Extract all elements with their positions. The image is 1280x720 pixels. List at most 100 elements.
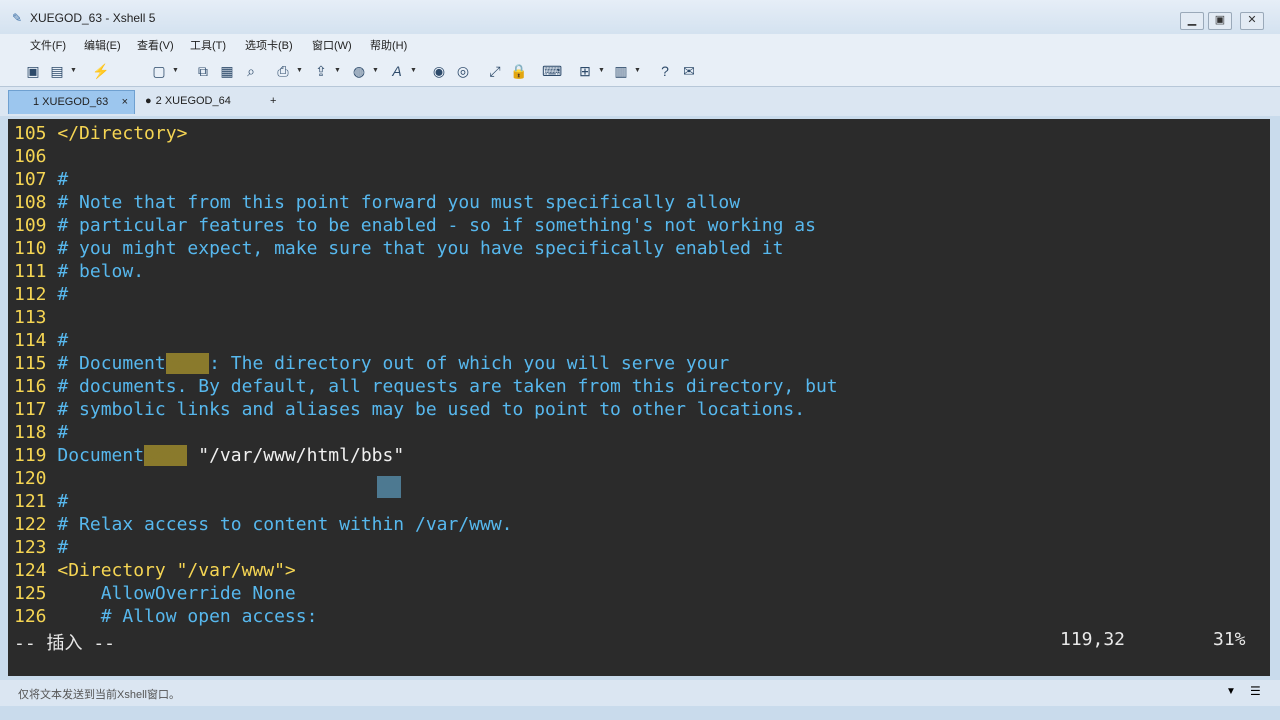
- line-text: # symbolic links and aliases may be used…: [57, 399, 806, 420]
- terminal-line: 110 # you might expect, make sure that y…: [14, 237, 783, 260]
- add-icon[interactable]: ⊞: [576, 62, 594, 80]
- globe-icon[interactable]: ◍: [350, 62, 368, 80]
- cursor-position: 119,32: [1060, 629, 1126, 650]
- compose-hint: 仅将文本发送到当前Xshell窗口。: [18, 689, 180, 701]
- tab-label: 2 XUEGOD_64: [155, 95, 231, 107]
- tunnel-icon[interactable]: ◎: [454, 62, 472, 80]
- layout-icon[interactable]: ▥: [612, 62, 630, 80]
- chevron-down-icon[interactable]: ▼: [172, 67, 179, 74]
- minimize-button[interactable]: ▁: [1180, 12, 1204, 30]
- maximize-icon: ▣: [1214, 14, 1226, 26]
- file-percent: 31%: [1213, 629, 1246, 650]
- terminal-line: 106: [14, 145, 57, 168]
- print-icon[interactable]: ⎙: [274, 62, 292, 80]
- copy-icon[interactable]: ⧉: [194, 62, 212, 80]
- chevron-down-icon[interactable]: ▼: [634, 67, 641, 74]
- terminal-line: 107 #: [14, 168, 68, 191]
- chevron-down-icon[interactable]: ▼: [372, 67, 379, 74]
- terminal-line: 124 <Directory "/var/www">: [14, 559, 296, 582]
- line-text: <Directory "/var/www">: [57, 560, 296, 581]
- terminal-line: 121 #: [14, 490, 68, 513]
- new-session-icon[interactable]: ▣: [24, 62, 42, 80]
- line-text: #: [57, 284, 69, 305]
- chevron-down-icon[interactable]: ▼: [334, 67, 341, 74]
- terminal-line: 126 # Allow open access:: [14, 605, 317, 628]
- menu-icon[interactable]: ☰: [1250, 684, 1261, 698]
- line-number: 113: [14, 307, 47, 328]
- line-number: 111: [14, 261, 47, 282]
- terminal-line: 118 #: [14, 421, 68, 444]
- add-tab-button[interactable]: +: [270, 90, 276, 113]
- reconnect-icon[interactable]: ⚡: [92, 62, 110, 80]
- line-number: 116: [14, 376, 47, 397]
- window-title: XUEGOD_63 - Xshell 5: [30, 11, 156, 25]
- terminal-line: 122 # Relax access to content within /va…: [14, 513, 513, 536]
- line-text: "/var/www/html/bbs": [187, 445, 405, 466]
- help-icon[interactable]: ?: [656, 62, 674, 80]
- chevron-down-icon[interactable]: ▼: [1226, 686, 1236, 697]
- maximize-button[interactable]: ▣: [1208, 12, 1232, 30]
- tab-xuegod-63[interactable]: 1 XUEGOD_63 ×: [8, 90, 135, 114]
- lock-icon[interactable]: 🔒: [510, 62, 528, 80]
- tab-xuegod-64[interactable]: ● 2 XUEGOD_64: [145, 90, 265, 113]
- font-icon[interactable]: A: [388, 62, 406, 80]
- terminal-line: 109 # particular features to be enabled …: [14, 214, 816, 237]
- transfer-icon[interactable]: ⇪: [312, 62, 330, 80]
- terminal-line: 120: [14, 467, 57, 490]
- line-number: 108: [14, 192, 47, 213]
- line-number: 119: [14, 445, 47, 466]
- new-tab-icon[interactable]: ▢: [150, 62, 168, 80]
- terminal-line: 116 # documents. By default, all request…: [14, 375, 838, 398]
- fullscreen-icon[interactable]: ⤢: [486, 62, 504, 80]
- close-button[interactable]: ✕: [1240, 12, 1264, 30]
- terminal-line: 114 #: [14, 329, 68, 352]
- line-text: #: [57, 422, 69, 443]
- chat-icon[interactable]: ✉: [680, 62, 698, 80]
- line-text: # documents. By default, all requests ar…: [57, 376, 838, 397]
- line-text: # you might expect, make sure that you h…: [57, 238, 784, 259]
- line-text: # Note that from this point forward you …: [57, 192, 741, 213]
- line-text: # below.: [57, 261, 145, 282]
- line-number: 109: [14, 215, 47, 236]
- xshell-app-icon: ✎: [12, 11, 23, 25]
- line-number: 114: [14, 330, 47, 351]
- open-folder-icon[interactable]: ▤: [48, 62, 66, 80]
- xftp-icon[interactable]: ◉: [430, 62, 448, 80]
- title-bar: ✎ XUEGOD_63 - Xshell 5 ▁ ▣ ✕: [0, 0, 1280, 34]
- menu-file[interactable]: 文件(F): [30, 37, 66, 53]
- line-number: 123: [14, 537, 47, 558]
- chevron-down-icon[interactable]: ▼: [598, 67, 605, 74]
- line-text: #: [57, 491, 69, 512]
- line-text: # Relax access to content within /var/ww…: [57, 514, 513, 535]
- menu-help[interactable]: 帮助(H): [370, 37, 407, 53]
- terminal-line: 123 #: [14, 536, 68, 559]
- search-highlight: Root: [144, 445, 188, 466]
- chevron-down-icon[interactable]: ▼: [70, 67, 77, 74]
- menu-window[interactable]: 窗口(W): [312, 37, 352, 53]
- toolbar: ▣ ▤ ▼ ⚡ ▢ ▼ ⧉ ▦ ⌕ ⎙ ▼ ⇪ ▼ ◍ ▼ A ▼ ◉ ◎ ⤢ …: [0, 56, 1280, 87]
- menu-tabs[interactable]: 选项卡(B): [245, 37, 293, 53]
- line-text: #: [57, 537, 69, 558]
- chevron-down-icon[interactable]: ▼: [410, 67, 417, 74]
- terminal-screen[interactable]: -- 插入 -- 119,32 31% 105 </Directory> 106 …: [8, 119, 1270, 676]
- chevron-down-icon[interactable]: ▼: [296, 67, 303, 74]
- search-highlight: Root: [165, 353, 210, 374]
- close-icon: ✕: [1247, 14, 1257, 26]
- line-number: 124: [14, 560, 47, 581]
- paste-icon[interactable]: ▦: [218, 62, 236, 80]
- line-number: 115: [14, 353, 47, 374]
- line-number: 106: [14, 146, 47, 167]
- line-number: 126: [14, 606, 47, 627]
- keyboard-icon[interactable]: ⌨: [542, 62, 562, 80]
- line-text: </Directory>: [57, 123, 188, 144]
- close-tab-icon[interactable]: ×: [122, 91, 128, 114]
- line-number: 121: [14, 491, 47, 512]
- menu-tools[interactable]: 工具(T): [190, 37, 226, 53]
- line-number: 125: [14, 583, 47, 604]
- menu-edit[interactable]: 编辑(E): [84, 37, 121, 53]
- vim-mode-indicator: -- 插入 --: [14, 633, 116, 654]
- line-text: #: [57, 330, 69, 351]
- line-text: # particular features to be enabled - so…: [57, 215, 816, 236]
- find-icon[interactable]: ⌕: [242, 62, 260, 80]
- menu-view[interactable]: 查看(V): [137, 37, 174, 53]
